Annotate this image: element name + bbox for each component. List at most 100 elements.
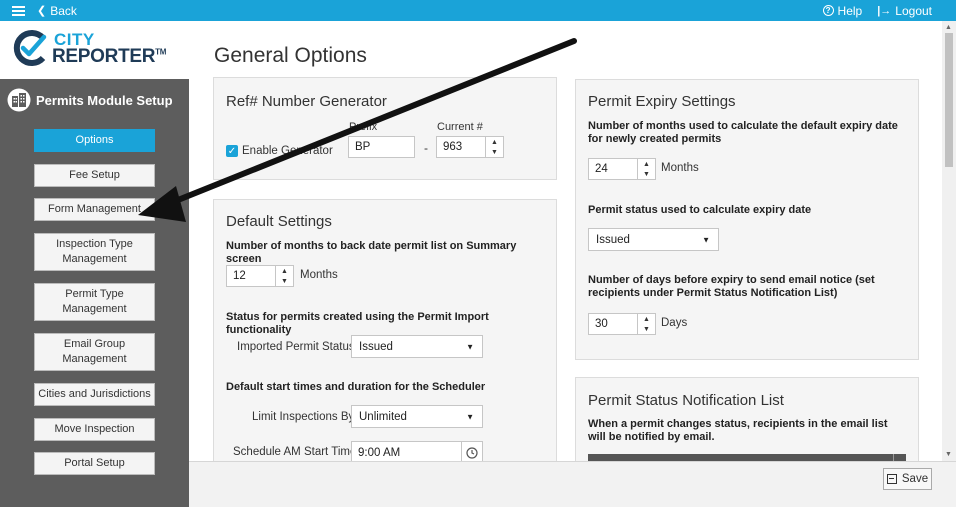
expiry-days-stepper[interactable]: 30 ▲ ▼ [588, 313, 656, 335]
sidebar-item-label: Move Inspection [54, 423, 135, 435]
city-reporter-logo-icon [13, 30, 47, 66]
footer-bar: Save [189, 461, 956, 507]
expiry-months-unit: Months [661, 162, 699, 174]
limit-inspections-label: Limit Inspections By [252, 411, 355, 423]
scheduler-heading: Default start times and duration for the… [226, 381, 486, 393]
am-start-value: 9:00 AM [358, 446, 401, 459]
logout-icon: |→ [877, 4, 892, 17]
imported-status-value: Issued [359, 340, 393, 353]
sidebar-item-options[interactable]: Options [34, 129, 155, 152]
logout-link[interactable]: |→ Logout [877, 4, 932, 18]
back-date-unit: Months [300, 269, 338, 281]
back-link[interactable]: ❮ Back [37, 4, 77, 18]
scroll-down-icon[interactable]: ▼ [945, 451, 952, 458]
vertical-scrollbar[interactable]: ▲ ▼ [942, 21, 956, 461]
current-number-stepper[interactable]: 963 ▲ ▼ [436, 136, 504, 158]
page-title: General Options [214, 44, 367, 67]
sidebar-item-portal-setup[interactable]: Portal Setup [34, 452, 155, 475]
sidebar-item-label: Options [75, 134, 114, 146]
expiry-days-value: 30 [595, 318, 608, 330]
hamburger-menu-icon[interactable] [12, 5, 25, 16]
sidebar-item-inspection-type-management[interactable]: Inspection Type Management [34, 233, 155, 271]
sidebar: CITY REPORTERTM Permits Module Setup Opt… [0, 21, 189, 507]
enable-generator-checkbox[interactable]: ✓ [226, 145, 238, 157]
expiry-settings-title: Permit Expiry Settings [588, 93, 736, 110]
logout-label: Logout [895, 3, 932, 18]
prefix-input[interactable]: BP [348, 136, 415, 158]
ref-generator-title: Ref# Number Generator [226, 93, 387, 110]
sidebar-item-fee-setup[interactable]: Fee Setup [34, 164, 155, 187]
spin-buttons[interactable]: ▲ ▼ [485, 137, 503, 157]
logo: CITY REPORTERTM [0, 21, 189, 79]
chevron-left-icon: ❮ [37, 5, 47, 17]
current-number-value: 963 [443, 141, 463, 153]
spin-up-icon: ▲ [491, 138, 498, 146]
spin-down-icon: ▼ [643, 325, 650, 333]
logo-reporter-text: REPORTERTM [52, 46, 167, 67]
am-start-label: Schedule AM Start Time [233, 446, 357, 458]
expiry-days-unit: Days [661, 317, 688, 329]
expiry-status-select[interactable]: Issued ▼ [588, 228, 719, 251]
import-status-heading: Status for permits created using the Per… [226, 311, 489, 336]
sidebar-item-form-management[interactable]: Form Management [34, 198, 155, 221]
expiry-days-label: Number of days before expiry to send ema… [588, 274, 875, 299]
notification-list-title: Permit Status Notification List [588, 392, 784, 409]
spin-up-icon: ▲ [643, 315, 650, 323]
expiry-months-label: Number of months used to calculate the d… [588, 120, 898, 145]
enable-generator-label: Enable Generator [242, 145, 333, 157]
expiry-settings-card: Permit Expiry Settings Number of months … [575, 79, 919, 360]
spin-buttons[interactable]: ▲ ▼ [275, 266, 293, 286]
sidebar-item-label: Inspection Type Management [56, 238, 133, 265]
back-label: Back [50, 3, 77, 18]
spin-down-icon: ▼ [643, 170, 650, 178]
spin-up-icon: ▲ [643, 160, 650, 168]
notification-table-header [588, 454, 906, 461]
spin-buttons[interactable]: ▲ ▼ [637, 159, 655, 179]
expiry-months-stepper[interactable]: 24 ▲ ▼ [588, 158, 656, 180]
scroll-up-icon[interactable]: ▲ [945, 24, 952, 31]
help-link[interactable]: ? Help [822, 3, 863, 18]
imported-status-select[interactable]: Issued ▼ [351, 335, 483, 358]
building-icon [7, 88, 31, 112]
back-date-stepper[interactable]: 12 ▲ ▼ [226, 265, 294, 287]
spin-buttons[interactable]: ▲ ▼ [637, 314, 655, 334]
help-icon: ? [822, 5, 834, 16]
clock-button[interactable] [461, 441, 483, 461]
sidebar-item-move-inspection[interactable]: Move Inspection [34, 418, 155, 441]
caret-down-icon: ▼ [466, 412, 474, 421]
sidebar-item-label: Cities and Jurisdictions [38, 388, 151, 400]
sidebar-item-label: Permit Type Management [62, 288, 127, 315]
expiry-status-label: Permit status used to calculate expiry d… [588, 204, 812, 216]
am-start-input[interactable]: 9:00 AM [351, 441, 462, 461]
spin-up-icon: ▲ [281, 267, 288, 275]
floppy-disk-icon [886, 474, 897, 484]
limit-inspections-select[interactable]: Unlimited ▼ [351, 405, 483, 428]
help-label: Help [837, 3, 863, 18]
sidebar-item-permit-type-management[interactable]: Permit Type Management [34, 283, 155, 321]
default-settings-card: Default Settings Number of months to bac… [213, 199, 557, 461]
limit-inspections-value: Unlimited [359, 410, 407, 423]
save-button[interactable]: Save [883, 468, 932, 490]
current-number-label: Current # [437, 121, 483, 133]
notification-list-card: Permit Status Notification List When a p… [575, 377, 919, 461]
prefix-label: Prefix [349, 121, 378, 133]
caret-down-icon: ▼ [466, 342, 474, 351]
separator-dash: - [424, 141, 428, 155]
clock-icon [466, 446, 478, 459]
checkmark-icon: ✓ [227, 145, 237, 157]
sidebar-item-email-group-management[interactable]: Email Group Management [34, 333, 155, 371]
default-settings-title: Default Settings [226, 213, 332, 230]
sidebar-item-cities-and-jurisdictions[interactable]: Cities and Jurisdictions [34, 383, 155, 406]
main-content: General Options Ref# Number Generator ✓ … [189, 21, 942, 461]
expiry-months-value: 24 [595, 163, 608, 175]
scrollbar-thumb[interactable] [945, 33, 953, 167]
module-title: Permits Module Setup [0, 79, 189, 121]
save-label: Save [901, 473, 929, 485]
sidebar-item-label: Form Management [48, 203, 141, 215]
back-date-label: Number of months to back date permit lis… [226, 240, 517, 265]
spin-down-icon: ▼ [281, 277, 288, 285]
imported-status-label: Imported Permit Status [237, 341, 355, 353]
sidebar-item-label: Portal Setup [64, 457, 125, 469]
expiry-status-value: Issued [596, 233, 630, 246]
spin-down-icon: ▼ [491, 148, 498, 156]
